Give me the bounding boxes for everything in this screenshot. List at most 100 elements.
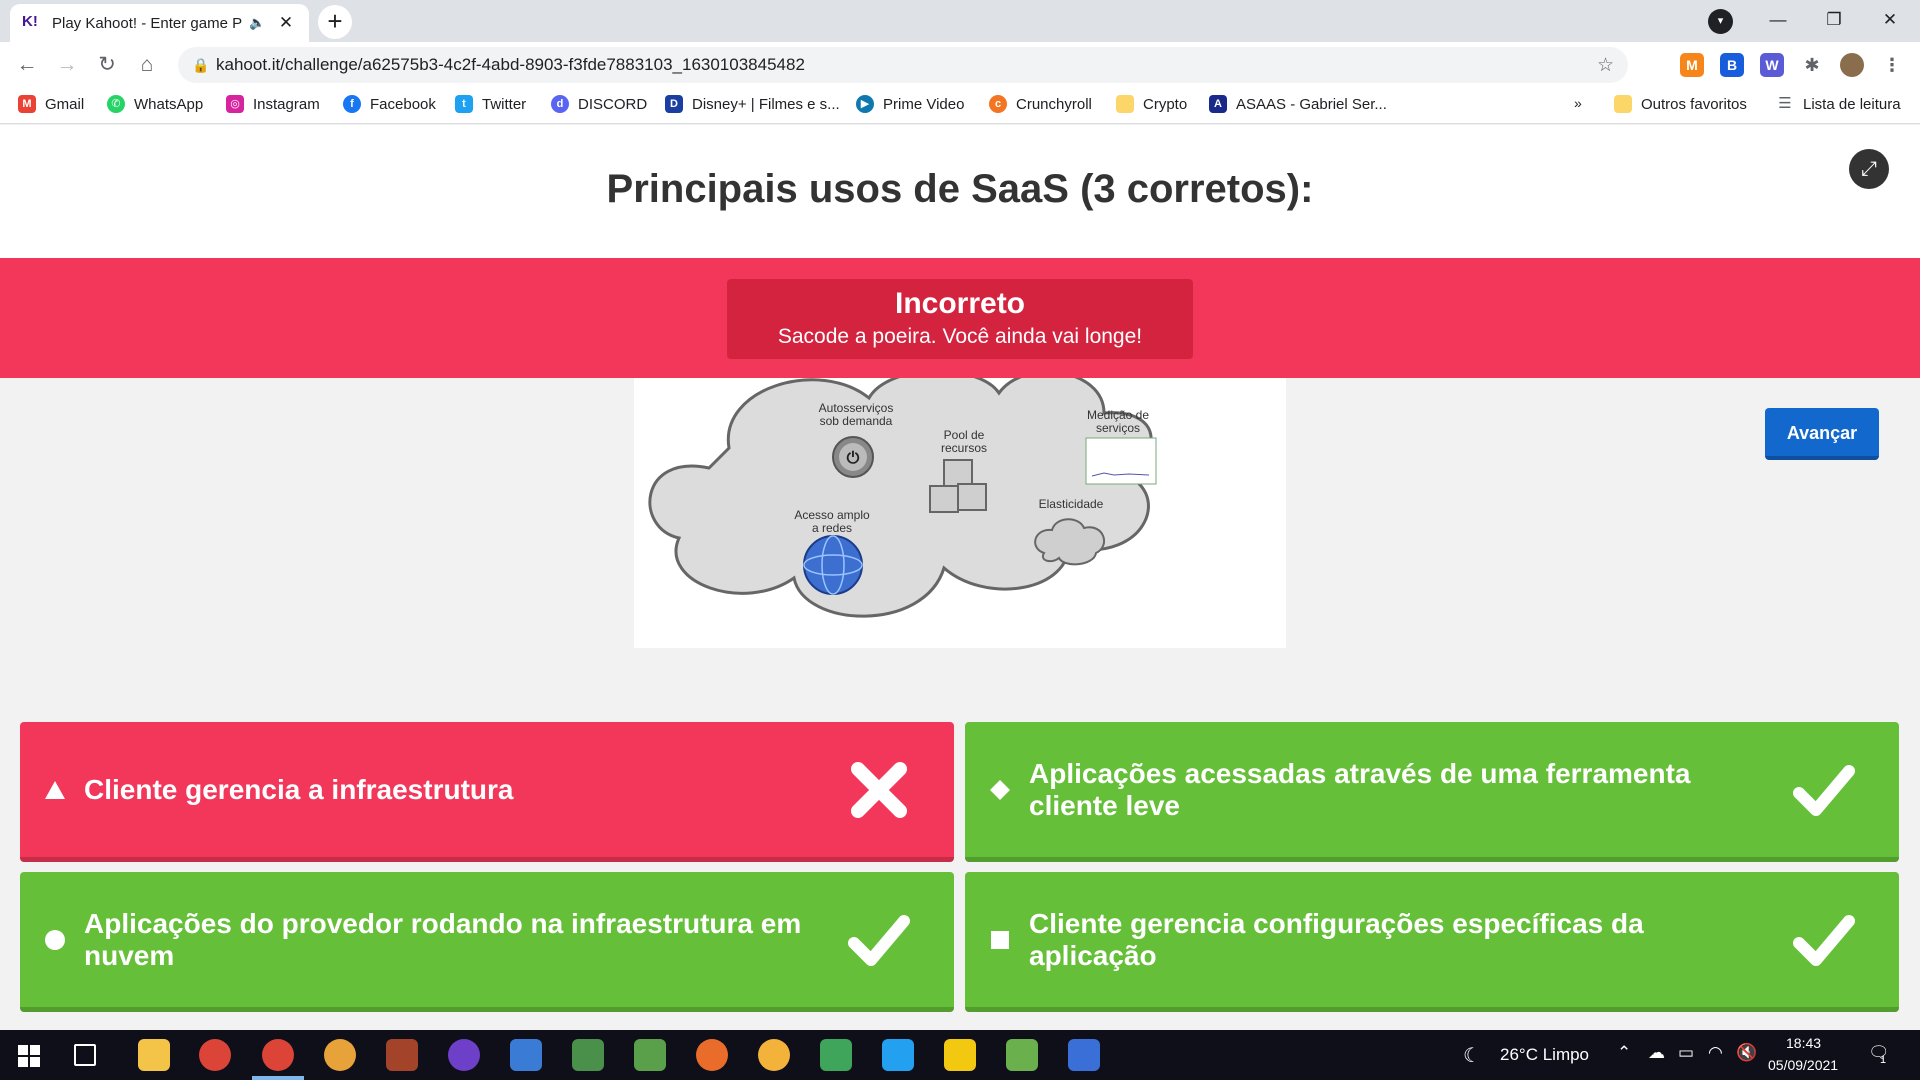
task-view-icon[interactable] bbox=[74, 1044, 96, 1066]
speaker-icon[interactable]: 🔈 bbox=[249, 15, 267, 31]
bookmark-facebook[interactable]: f Facebook bbox=[343, 95, 436, 113]
check-icon bbox=[1793, 914, 1855, 966]
taskbar-active-indicator bbox=[252, 1076, 304, 1080]
metamask-extension-icon[interactable]: M bbox=[1680, 53, 1704, 77]
folder-icon bbox=[1116, 95, 1134, 113]
minimize-button[interactable]: — bbox=[1750, 0, 1806, 40]
twitter-icon: t bbox=[455, 95, 473, 113]
whatsapp-icon: ✆ bbox=[107, 95, 125, 113]
discord-icon: d bbox=[551, 95, 569, 113]
wifi-icon[interactable]: ◠ bbox=[1708, 1043, 1723, 1063]
close-window-button[interactable]: ✕ bbox=[1862, 0, 1918, 40]
app-icon-1[interactable] bbox=[510, 1039, 542, 1071]
bookmark-other-favorites[interactable]: Outros favoritos bbox=[1614, 95, 1747, 113]
powerbi-icon[interactable] bbox=[944, 1039, 976, 1071]
bookmark-gmail[interactable]: M Gmail bbox=[18, 95, 84, 113]
reading-list[interactable]: ☰ Lista de leitura bbox=[1776, 95, 1901, 113]
browser-tab[interactable]: K! Play Kahoot! - Enter game PI 🔈 ✕ bbox=[10, 4, 309, 42]
bookmark-prime-video[interactable]: ▶ Prime Video bbox=[856, 95, 964, 113]
weather-text[interactable]: 26°C Limpo bbox=[1500, 1045, 1589, 1065]
cloud-icon[interactable]: ☁ bbox=[1648, 1043, 1665, 1063]
answer-option-2[interactable]: Aplicações acessadas através de uma ferr… bbox=[965, 722, 1899, 862]
address-bar[interactable]: 🔒 kahoot.it/challenge/a62575b3-4c2f-4abd… bbox=[178, 47, 1628, 83]
menu-kebab-icon[interactable]: ⋮ bbox=[1880, 53, 1904, 77]
instagram-icon: ◎ bbox=[226, 95, 244, 113]
back-icon[interactable]: ← bbox=[12, 50, 42, 80]
extension-icon[interactable]: W bbox=[1760, 53, 1784, 77]
bookmark-discord[interactable]: d DISCORD bbox=[551, 95, 647, 113]
browser-toolbar: ← → ↻ ⌂ 🔒 kahoot.it/challenge/a62575b3-4… bbox=[0, 42, 1920, 88]
bookmark-star-icon[interactable]: ☆ bbox=[1597, 54, 1614, 77]
app-icon-4[interactable] bbox=[696, 1039, 728, 1071]
bookmark-twitter[interactable]: t Twitter bbox=[455, 95, 526, 113]
question-image: Autosserviços sob demanda ⏻ Pool de recu… bbox=[634, 369, 1286, 648]
bookmark-disney[interactable]: D Disney+ | Filmes e s... bbox=[665, 95, 840, 113]
diamond-icon bbox=[990, 779, 1010, 800]
diagram-label-pool-2: recursos bbox=[941, 441, 987, 455]
speaker-muted-icon[interactable]: 🔇 bbox=[1736, 1043, 1757, 1063]
battery-icon[interactable]: ▭ bbox=[1678, 1043, 1694, 1063]
fullscreen-icon[interactable]: ⤢ bbox=[1849, 149, 1889, 189]
windows-start-icon[interactable] bbox=[18, 1045, 40, 1067]
clock-date[interactable]: 05/09/2021 bbox=[1768, 1057, 1838, 1073]
file-explorer-icon[interactable] bbox=[138, 1039, 170, 1071]
winrar-icon[interactable] bbox=[386, 1039, 418, 1071]
next-button[interactable]: Avançar bbox=[1765, 408, 1879, 460]
app-icon-7[interactable] bbox=[1006, 1039, 1038, 1071]
diagram-label-measured-2: serviços bbox=[1096, 421, 1140, 435]
app-icon-3[interactable] bbox=[634, 1039, 666, 1071]
app-icon-6[interactable] bbox=[820, 1039, 852, 1071]
forward-icon[interactable]: → bbox=[52, 50, 82, 80]
answer-option-4[interactable]: Cliente gerencia configurações específic… bbox=[965, 872, 1899, 1012]
gmail-icon: M bbox=[18, 95, 36, 113]
bookmark-crunchyroll[interactable]: c Crunchyroll bbox=[989, 95, 1092, 113]
tab-search-icon[interactable]: ▾ bbox=[1708, 9, 1733, 34]
answer-option-1[interactable]: Cliente gerencia a infraestrutura bbox=[20, 722, 954, 862]
question-header: Principais usos de SaaS (3 corretos): ⤢ bbox=[0, 125, 1920, 258]
chrome-profile-icon[interactable] bbox=[262, 1039, 294, 1071]
square-icon bbox=[991, 930, 1009, 949]
check-icon bbox=[848, 914, 910, 966]
result-banner: Incorreto Sacode a poeira. Você ainda va… bbox=[0, 258, 1920, 378]
answer-option-3[interactable]: Aplicações do provedor rodando na infrae… bbox=[20, 872, 954, 1012]
tab-close-icon[interactable]: ✕ bbox=[275, 13, 297, 33]
windows-taskbar: ☾ 26°C Limpo ⌃ ☁ ▭ ◠ 🔇 18:43 05/09/2021 … bbox=[0, 1030, 1920, 1080]
bookmarks-overflow[interactable]: » bbox=[1574, 95, 1582, 111]
diagram-label-network-1: Acesso amplo bbox=[794, 508, 870, 522]
bookmark-whatsapp[interactable]: ✆ WhatsApp bbox=[107, 95, 203, 113]
app-icon-2[interactable] bbox=[572, 1039, 604, 1071]
asaas-icon: A bbox=[1209, 95, 1227, 113]
result-title: Incorreto bbox=[894, 287, 1026, 320]
diagram-label-elasticity: Elasticidade bbox=[1039, 497, 1104, 511]
folder-icon bbox=[1614, 95, 1632, 113]
bookmark-instagram[interactable]: ◎ Instagram bbox=[226, 95, 320, 113]
clock-time[interactable]: 18:43 bbox=[1786, 1035, 1821, 1051]
bookmark-crypto[interactable]: Crypto bbox=[1116, 95, 1187, 113]
app-icon-8[interactable] bbox=[1068, 1039, 1100, 1071]
github-icon[interactable] bbox=[448, 1039, 480, 1071]
reload-icon[interactable]: ↻ bbox=[92, 50, 122, 80]
vscode-icon[interactable] bbox=[882, 1039, 914, 1071]
notifications-icon[interactable]: 🗨 bbox=[1868, 1043, 1890, 1063]
chevron-up-icon[interactable]: ⌃ bbox=[1617, 1043, 1631, 1063]
answer-text: Aplicações do provedor rodando na infrae… bbox=[84, 907, 802, 971]
browser-tab-strip: K! Play Kahoot! - Enter game PI 🔈 ✕ + ▾ … bbox=[0, 0, 1920, 42]
chrome-icon[interactable] bbox=[199, 1039, 231, 1071]
app-icon-5[interactable] bbox=[758, 1039, 790, 1071]
crunchyroll-icon: c bbox=[989, 95, 1007, 113]
result-subtitle: Sacode a poeira. Você ainda vai longe! bbox=[777, 325, 1143, 348]
kahoot-favicon-icon: K! bbox=[22, 13, 38, 30]
restore-button[interactable]: ❐ bbox=[1806, 0, 1862, 40]
answer-text: Aplicações acessadas através de uma ferr… bbox=[1029, 757, 1691, 821]
new-tab-button[interactable]: + bbox=[318, 5, 352, 39]
check-icon bbox=[1793, 764, 1855, 816]
chrome-profile-2-icon[interactable] bbox=[324, 1039, 356, 1071]
home-icon[interactable]: ⌂ bbox=[132, 50, 162, 80]
answer-text: Cliente gerencia a infraestrutura bbox=[84, 773, 514, 805]
cross-icon bbox=[851, 761, 907, 818]
bookmark-asaas[interactable]: A ASAAS - Gabriel Ser... bbox=[1209, 95, 1387, 113]
extensions-puzzle-icon[interactable]: ✱ bbox=[1800, 53, 1824, 77]
bitwarden-extension-icon[interactable]: B bbox=[1720, 53, 1744, 77]
profile-avatar[interactable] bbox=[1840, 53, 1864, 77]
diagram-label-self-service-2: sob demanda bbox=[820, 414, 893, 428]
